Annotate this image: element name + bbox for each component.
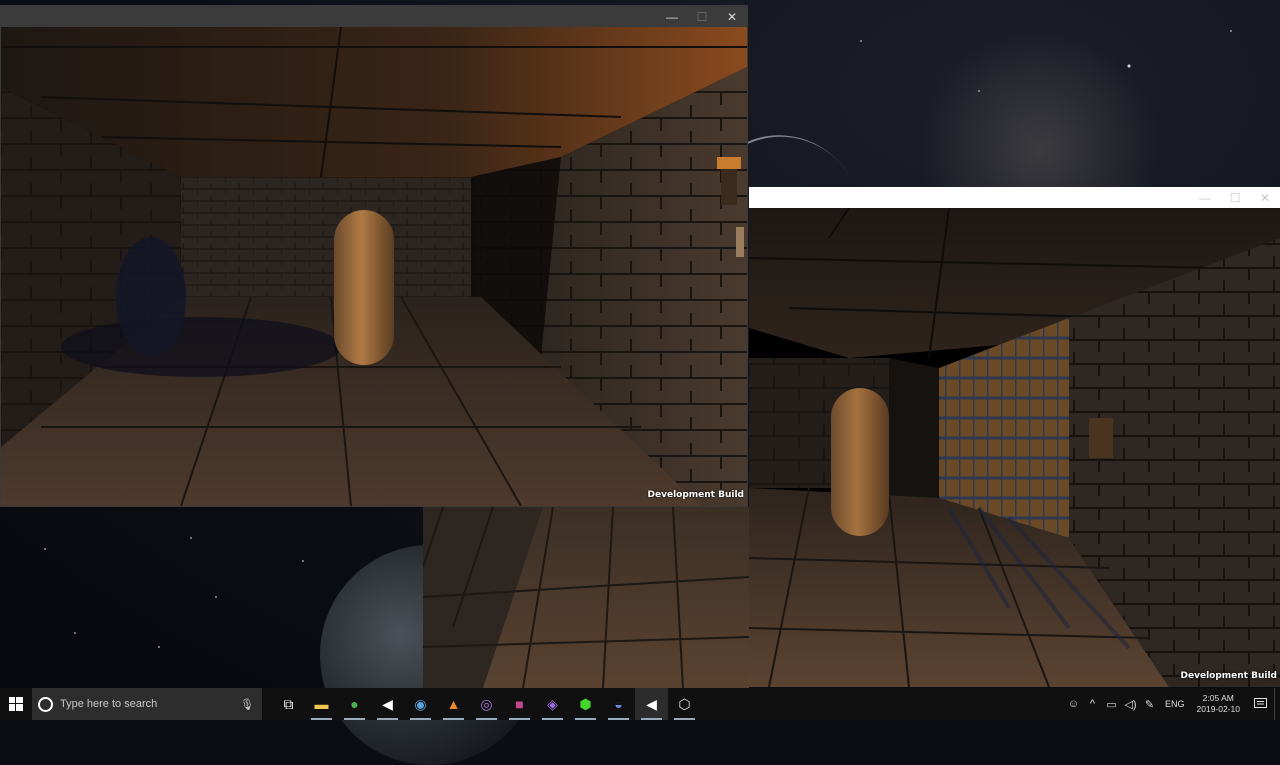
minimize-button[interactable]: — <box>657 6 687 27</box>
obs-icon[interactable]: ◎ <box>470 688 503 720</box>
clock-date: 2019-02-10 <box>1196 704 1240 714</box>
chevron-up-icon[interactable]: ^ <box>1083 698 1102 710</box>
notification-center-icon[interactable] <box>1246 698 1274 710</box>
show-desktop-button[interactable] <box>1274 688 1280 720</box>
game-window-primary[interactable]: — ☐ ✕ Development Build <box>0 5 748 507</box>
task-view-icon[interactable]: ⧉ <box>272 688 305 720</box>
close-button[interactable]: ✕ <box>717 6 747 27</box>
language-indicator[interactable]: ENG <box>1165 699 1185 709</box>
file-explorer-icon[interactable]: ▬ <box>305 688 338 720</box>
maximize-button[interactable]: ☐ <box>687 6 717 27</box>
discord-icon[interactable]: ◒ <box>602 688 635 720</box>
search-box[interactable]: Type here to search 🎙 <box>32 688 262 720</box>
steam-icon[interactable]: ◉ <box>404 688 437 720</box>
game-window-secondary[interactable]: — ☐ ✕ Development Build <box>749 187 1280 687</box>
window2-scene-underlay <box>423 507 749 688</box>
start-button[interactable] <box>0 688 32 720</box>
unity-hub-icon[interactable]: ⬡ <box>668 688 701 720</box>
visual-studio-icon[interactable]: ◈ <box>536 688 569 720</box>
window1-titlebar[interactable]: — ☐ ✕ <box>1 6 747 27</box>
cortana-icon <box>38 696 53 712</box>
chrome-icon[interactable]: ● <box>338 688 371 720</box>
vlc-icon[interactable]: ▲ <box>437 688 470 720</box>
development-build-label: Development Build <box>1180 671 1277 681</box>
development-build-label: Development Build <box>647 490 744 500</box>
network-icon[interactable]: ▭ <box>1102 698 1121 711</box>
maximize-button[interactable]: ☐ <box>1220 187 1250 208</box>
pen-icon[interactable]: ✎ <box>1140 698 1159 711</box>
microphone-icon[interactable]: 🎙 <box>240 698 254 711</box>
window2-titlebar[interactable]: — ☐ ✕ <box>749 187 1280 208</box>
unity-player-icon[interactable]: ◀ <box>635 688 668 720</box>
razer-icon[interactable]: ⬢ <box>569 688 602 720</box>
minimize-button[interactable]: — <box>1190 187 1220 208</box>
clock[interactable]: 2:05 AM 2019-02-10 <box>1197 693 1240 715</box>
unity-icon[interactable]: ◀ <box>371 688 404 720</box>
rider-icon[interactable]: ■ <box>503 688 536 720</box>
clock-time: 2:05 AM <box>1202 693 1234 703</box>
people-icon[interactable]: ☺ <box>1064 698 1083 710</box>
taskbar: Type here to search 🎙 ⧉ ▬ ● ◀ ◉ ▲ ◎ ■ ◈ ⬢ ◒ ◀ ⬡ ☺ ^ … <box>0 688 1280 720</box>
close-button[interactable]: ✕ <box>1250 187 1280 208</box>
volume-icon[interactable]: ◁) <box>1121 698 1140 711</box>
search-placeholder: Type here to search <box>60 698 158 710</box>
system-tray: ☺ ^ ▭ ◁) ✎ ENG 2:05 AM 2019-02-10 <box>1064 688 1280 720</box>
dungeon-scene-view[interactable] <box>1 27 747 506</box>
windows-logo-icon <box>9 697 23 711</box>
dungeon-scene-view[interactable] <box>749 208 1280 687</box>
